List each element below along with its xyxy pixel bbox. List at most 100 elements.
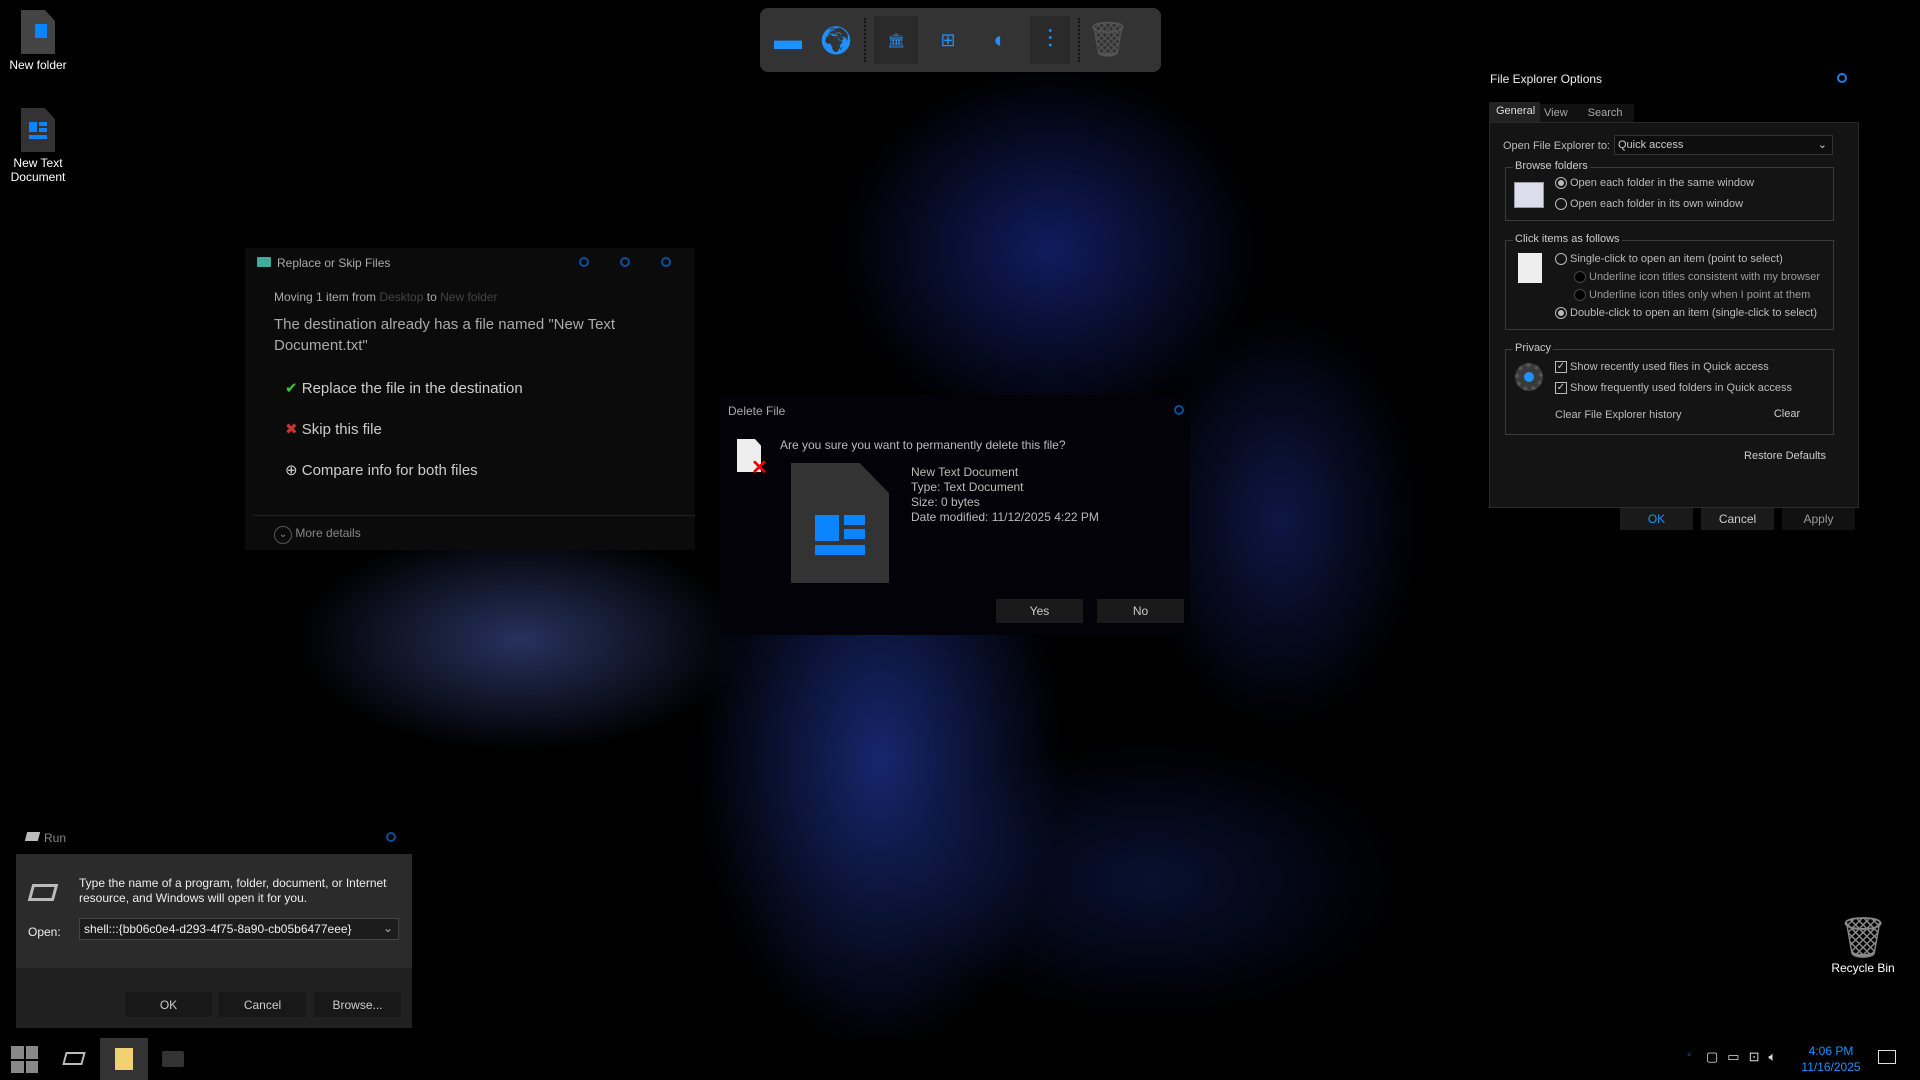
chevron-down-icon: ⌄	[1817, 139, 1827, 151]
equalizer-icon[interactable]: ⫶	[1030, 16, 1070, 64]
browse-button[interactable]: Browse...	[314, 992, 401, 1017]
network-icon[interactable]: ⊡	[1749, 1049, 1769, 1064]
icon-label: New folder	[9, 58, 67, 72]
folder-bank-icon[interactable]: 🏛︎	[874, 16, 918, 64]
clear-history-label: Clear File Explorer history	[1555, 409, 1682, 421]
conflict-message: The destination already has a file named…	[274, 316, 616, 354]
cancel-button[interactable]: Cancel	[1701, 508, 1774, 530]
trash-icon[interactable]: 🗑︎	[1086, 16, 1129, 64]
run-icon-large	[27, 884, 59, 901]
divider	[253, 515, 695, 516]
chevron-down-icon: ⌄	[274, 526, 292, 544]
x-circle-icon: ✖	[285, 421, 298, 438]
destination-link[interactable]: New folder	[440, 290, 497, 304]
run-body: Type the name of a program, folder, docu…	[16, 854, 412, 1028]
red-x-icon: ✕	[751, 457, 768, 479]
taskbar-file-explorer-options[interactable]	[100, 1038, 148, 1080]
check-circle-icon: ✔	[285, 380, 298, 397]
windows-drive-icon[interactable]: ⊞	[926, 16, 970, 64]
transfer-icon	[257, 257, 271, 267]
moving-status: Moving 1 item from Desktop to New folder	[274, 290, 498, 304]
volume-icon[interactable]: 🔈︎	[1769, 1049, 1786, 1064]
replace-option[interactable]: ✔ Replace the file in the destination	[285, 379, 523, 397]
desktop-icon-new-text-document[interactable]: New Text Document	[0, 108, 78, 184]
ok-button[interactable]: OK	[1620, 508, 1693, 530]
tab-general[interactable]: General	[1489, 102, 1540, 122]
tab-view[interactable]: View	[1544, 107, 1568, 119]
globe-icon[interactable]: 🌍︎	[816, 16, 856, 64]
desktop-icon-recycle-bin[interactable]: 🗑︎ Recycle Bin	[1823, 915, 1903, 975]
more-details-button[interactable]: ⌄ More details	[274, 526, 361, 544]
taskbar: ∘ ▢▭⊡🔈︎ 4:06 PM 11/16/2025	[0, 1038, 1920, 1080]
checkbox-recent-files[interactable]: ✓ Show recently used files in Quick acces…	[1555, 361, 1769, 373]
close-button[interactable]	[1837, 73, 1847, 83]
folder-options-icon	[115, 1048, 133, 1070]
run-dialog: Run Type the name of a program, folder, …	[16, 826, 412, 1028]
clear-button[interactable]: Clear	[1758, 403, 1816, 425]
run-description: Type the name of a program, folder, docu…	[79, 876, 387, 905]
checkbox-frequent-folders[interactable]: ✓ Show frequently used folders in Quick a…	[1555, 382, 1792, 394]
taskbar-folder-icon[interactable]	[162, 1051, 184, 1067]
tab-search[interactable]: Search	[1588, 107, 1623, 119]
folder-icon	[21, 10, 55, 54]
delete-question: Are you sure you want to permanently del…	[780, 438, 1066, 452]
group-label: Browse folders	[1513, 160, 1590, 172]
replace-skip-dialog: Replace or Skip Files Moving 1 item from…	[245, 248, 695, 550]
skip-option[interactable]: ✖ Skip this file	[285, 420, 382, 438]
dialog-title: Delete File	[728, 404, 786, 418]
source-link[interactable]: Desktop	[379, 290, 423, 304]
no-button[interactable]: No	[1097, 599, 1184, 623]
text-document-preview-icon	[791, 463, 889, 583]
close-button[interactable]	[1174, 405, 1184, 415]
plus-circle-icon: ⊕	[285, 462, 298, 479]
gear-icon	[1515, 363, 1543, 391]
compare-option[interactable]: ⊕ Compare info for both files	[285, 461, 478, 479]
radio-own-window[interactable]: Open each folder in its own window	[1555, 198, 1743, 210]
radio-underline-point[interactable]: Underline icon titles only when I point …	[1574, 289, 1810, 301]
monitor-icon[interactable]: ▬	[768, 16, 808, 64]
start-button[interactable]	[11, 1046, 38, 1073]
clock[interactable]: 4:06 PM 11/16/2025	[1796, 1043, 1866, 1075]
file-info: New Text Document Type: Text Document Size…	[911, 465, 1099, 524]
divider	[864, 18, 866, 62]
ok-button[interactable]: OK	[125, 992, 212, 1017]
click-items-group: Click items as follows Single-click to o…	[1505, 233, 1834, 330]
text-document-icon	[21, 108, 55, 152]
open-to-select[interactable]: Quick access ⌄	[1614, 135, 1833, 155]
tray-icons: ▢▭⊡🔈︎	[1706, 1049, 1785, 1065]
close-button[interactable]	[386, 832, 396, 842]
open-label: Open:	[28, 925, 61, 939]
window-icon	[1514, 182, 1544, 208]
cancel-button[interactable]: Cancel	[219, 992, 306, 1017]
battery-icon[interactable]: ▭	[1727, 1049, 1748, 1064]
dock-toolbar: ▬ 🌍︎ 🏛︎ ⊞ ◐ ⫶ 🗑︎	[760, 8, 1161, 72]
radio-double-click[interactable]: Double-click to open an item (single-cli…	[1555, 307, 1817, 319]
radio-underline-browser[interactable]: Underline icon titles consistent with my…	[1574, 271, 1820, 283]
restore-defaults-button[interactable]: Restore Defaults	[1735, 445, 1835, 467]
group-label: Click items as follows	[1513, 233, 1622, 245]
recycle-bin-icon: 🗑︎	[1837, 916, 1889, 960]
camera-icon[interactable]: ▢	[1706, 1049, 1727, 1064]
desktop-icon-new-folder[interactable]: New folder	[0, 10, 78, 72]
tray-overflow-icon[interactable]: ∘	[1686, 1050, 1692, 1061]
taskbar-run-icon[interactable]	[62, 1052, 86, 1065]
radio-same-window[interactable]: Open each folder in the same window	[1555, 177, 1754, 189]
chevron-down-icon[interactable]: ⌄	[383, 921, 393, 935]
group-label: Privacy	[1513, 342, 1554, 354]
privacy-group: Privacy ✓ Show recently used files in Qui…	[1505, 342, 1834, 435]
file-explorer-options-dialog: File Explorer Options General View Search…	[1487, 68, 1862, 530]
radio-single-click[interactable]: Single-click to open an item (point to s…	[1555, 253, 1783, 265]
yes-button[interactable]: Yes	[996, 599, 1083, 623]
window-control[interactable]	[661, 257, 671, 267]
window-control[interactable]	[579, 257, 589, 267]
general-tab-panel: Open File Explorer to: Quick access ⌄ Bro…	[1489, 122, 1859, 508]
notification-icon[interactable]	[1878, 1050, 1896, 1064]
window-control[interactable]	[620, 257, 630, 267]
open-to-label: Open File Explorer to:	[1503, 140, 1610, 152]
open-input[interactable]: shell:::{bb06c0e4-d293-4f75-8a90-cb05b64…	[79, 918, 399, 940]
dialog-title: Run	[44, 831, 67, 845]
apply-button[interactable]: Apply	[1782, 508, 1855, 530]
dialog-title: Replace or Skip Files	[277, 256, 391, 270]
dialog-title: File Explorer Options	[1490, 72, 1603, 86]
toggle-icon[interactable]: ◐	[978, 16, 1022, 64]
